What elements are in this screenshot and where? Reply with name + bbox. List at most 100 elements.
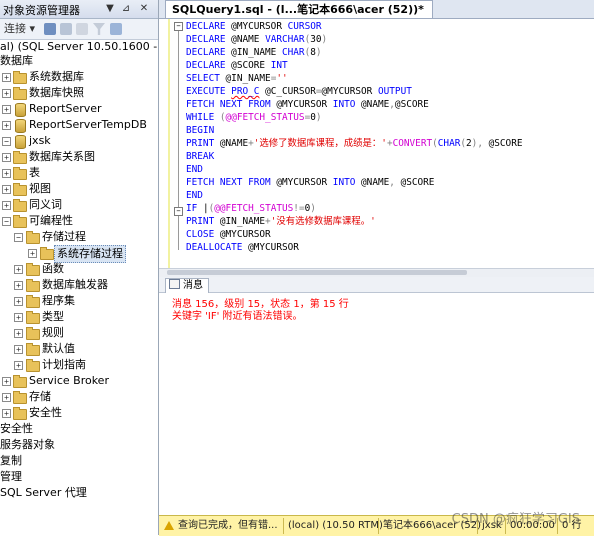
tree-node-views[interactable]: + 视图: [0, 181, 158, 197]
tree-node-label: 复制: [0, 454, 22, 467]
tree-node-storage[interactable]: + 存储: [0, 389, 158, 405]
expand-icon[interactable]: +: [2, 73, 11, 82]
connect-server-icon[interactable]: [44, 23, 56, 35]
tree-node-programmability[interactable]: − 可编程性: [0, 213, 158, 229]
tree-node-label: SQL Server 代理: [0, 486, 87, 499]
expand-icon[interactable]: +: [2, 185, 11, 194]
tree-node-security[interactable]: 安全性: [0, 421, 158, 437]
filter-icon[interactable]: [93, 23, 105, 35]
tree-node-synonyms[interactable]: + 同义词: [0, 197, 158, 213]
tree-node-db-security[interactable]: + 安全性: [0, 405, 158, 421]
tree-node-label: 数据库快照: [29, 86, 84, 99]
tree-node-label: 函数: [42, 262, 64, 275]
editor-horizontal-scrollbar[interactable]: [159, 268, 594, 277]
tree-node-label: 存储: [29, 390, 51, 403]
collapse-icon[interactable]: −: [2, 137, 11, 146]
tree-node-types[interactable]: + 类型: [0, 309, 158, 325]
tree-node-database-triggers[interactable]: + 数据库触发器: [0, 277, 158, 293]
panel-dropdown-icon[interactable]: ▼: [104, 2, 116, 15]
tree-node-sql-server-agent[interactable]: SQL Server 代理: [0, 485, 158, 501]
tree-node-database-snapshots[interactable]: + 数据库快照: [0, 85, 158, 101]
tree-node-tables[interactable]: + 表: [0, 165, 158, 181]
tree-node-defaults[interactable]: + 默认值: [0, 341, 158, 357]
tree-node-functions[interactable]: + 函数: [0, 261, 158, 277]
tree-node-rules[interactable]: + 规则: [0, 325, 158, 341]
tree-node-plan-guides[interactable]: + 计划指南: [0, 357, 158, 373]
tree-node-server-objects[interactable]: 服务器对象: [0, 437, 158, 453]
expand-icon[interactable]: +: [14, 281, 23, 290]
expand-icon[interactable]: +: [14, 345, 23, 354]
collapse-icon[interactable]: −: [14, 233, 23, 242]
code-line: CLOSE @MYCURSOR: [186, 229, 271, 240]
document-tab-bar: SQLQuery1.sql - (l...笔记本666\acer (52))*: [159, 0, 594, 19]
pin-icon[interactable]: ⊿: [120, 2, 132, 15]
code-line: BREAK: [186, 151, 215, 162]
expand-icon[interactable]: +: [2, 153, 11, 162]
code-line: IF |(@@FETCH_STATUS!=0): [186, 203, 316, 214]
connect-button[interactable]: 连接 ▾: [4, 22, 35, 36]
tab-messages-label: 消息: [183, 280, 203, 291]
tree-node-assemblies[interactable]: + 程序集: [0, 293, 158, 309]
tab-messages[interactable]: 消息: [165, 278, 209, 293]
code-line: FETCH NEXT FROM @MYCURSOR INTO @NAME,@SC…: [186, 99, 429, 110]
expand-icon[interactable]: +: [14, 265, 23, 274]
refresh-icon[interactable]: [110, 23, 122, 35]
tree-node-management[interactable]: 管理: [0, 469, 158, 485]
tree-node-label: 安全性: [29, 406, 62, 419]
folder-icon: [26, 359, 40, 372]
tree-node-label: 默认值: [42, 342, 75, 355]
tree-node-label: 数据库: [0, 54, 33, 67]
outline-line: [178, 31, 179, 207]
expand-icon[interactable]: +: [14, 313, 23, 322]
tree-node-system-stored-procedures[interactable]: + 系统存储过程: [0, 245, 158, 263]
disconnect-icon[interactable]: [60, 23, 72, 35]
code-line: BEGIN: [186, 125, 215, 136]
expand-icon[interactable]: +: [2, 409, 11, 418]
expand-icon[interactable]: +: [28, 249, 37, 258]
folder-icon: [13, 215, 27, 228]
tree-node-label: ReportServerTempDB: [29, 118, 147, 131]
expand-icon[interactable]: +: [2, 121, 11, 130]
tree-node-label: 管理: [0, 470, 22, 483]
error-message-line: 关键字 'IF' 附近有语法错误。: [172, 311, 303, 322]
code-line: SELECT @IN_NAME='': [186, 73, 288, 84]
tree-node-reportservertempdb[interactable]: + ReportServerTempDB: [0, 117, 158, 133]
expand-icon[interactable]: +: [2, 393, 11, 402]
folder-icon: [26, 295, 40, 308]
expand-icon[interactable]: +: [14, 297, 23, 306]
expand-icon[interactable]: +: [2, 105, 11, 114]
tree-node-label: 系统数据库: [29, 70, 84, 83]
tree-node-databases[interactable]: 数据库: [0, 53, 158, 69]
code-line: DECLARE @MYCURSOR CURSOR: [186, 21, 322, 32]
watermark: CSDN @疯狂学习GIS: [451, 512, 580, 527]
tree-node-jxsk[interactable]: − jxsk: [0, 133, 158, 149]
tree-node-database-diagrams[interactable]: + 数据库关系图: [0, 149, 158, 165]
tab-sqlquery1[interactable]: SQLQuery1.sql - (l...笔记本666\acer (52))*: [165, 0, 433, 18]
tree-node-stored-procedures[interactable]: − 存储过程: [0, 229, 158, 245]
stop-icon[interactable]: [76, 23, 88, 35]
tree-node-label: 数据库关系图: [29, 150, 95, 163]
expand-icon[interactable]: +: [2, 89, 11, 98]
expand-icon[interactable]: +: [14, 329, 23, 338]
folder-icon: [13, 199, 27, 212]
expand-icon[interactable]: +: [2, 201, 11, 210]
expand-icon[interactable]: +: [2, 377, 11, 386]
expand-icon[interactable]: +: [2, 169, 11, 178]
folder-icon: [26, 343, 40, 356]
expand-icon[interactable]: +: [14, 361, 23, 370]
tree-node-replication[interactable]: 复制: [0, 453, 158, 469]
query-editor[interactable]: − − DECLARE @MYCURSOR CURSOR DECLARE @NA…: [159, 19, 594, 268]
scrollbar-thumb[interactable]: [167, 270, 467, 275]
tree-node-service-broker[interactable]: + Service Broker: [0, 373, 158, 389]
tree-node-label: 视图: [29, 182, 51, 195]
collapse-icon[interactable]: −: [2, 217, 11, 226]
close-icon[interactable]: ✕: [138, 2, 150, 15]
folder-icon: [13, 151, 27, 164]
collapse-region-icon[interactable]: −: [174, 22, 183, 31]
tree-node-label: 存储过程: [42, 230, 86, 243]
tree-node-reportserver[interactable]: + ReportServer: [0, 101, 158, 117]
folder-icon: [13, 87, 27, 100]
code-line: PRINT @IN_NAME+'没有选修数据库课程。': [186, 216, 376, 227]
tree-node-system-databases[interactable]: + 系统数据库: [0, 69, 158, 85]
collapse-region-icon[interactable]: −: [174, 207, 183, 216]
